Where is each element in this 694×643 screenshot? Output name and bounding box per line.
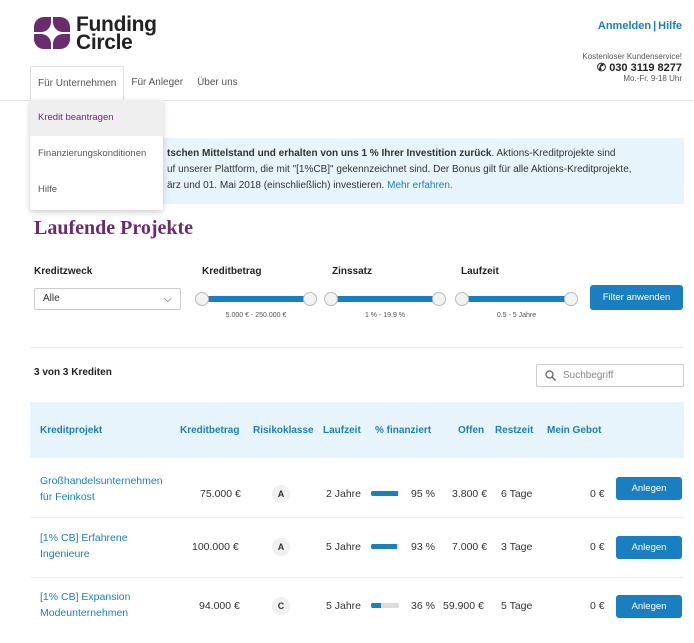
amount-slider[interactable]: [195, 292, 317, 306]
filter-label-term: Laufzeit: [461, 266, 499, 277]
th-rest[interactable]: Restzeit: [495, 425, 533, 436]
funded-percent: 95 %: [411, 488, 435, 500]
th-project[interactable]: Kreditprojekt: [40, 425, 102, 436]
search-placeholder: Suchbegriff: [563, 370, 614, 381]
search-input[interactable]: Suchbegriff: [536, 364, 684, 387]
rate-slider-min-handle[interactable]: [324, 292, 338, 306]
banner-bold: tschen Mittelstand und erhalten von uns …: [167, 148, 492, 159]
my-bid: 0 €: [590, 600, 605, 612]
project-link[interactable]: [1% CB] Erfahrene Ingenieure: [40, 530, 128, 562]
rate-slider-track: [330, 296, 440, 302]
amount-slider-track: [201, 296, 311, 302]
th-bid[interactable]: Mein Gebot: [547, 425, 601, 436]
filter-label-rate: Zinssatz: [332, 266, 373, 277]
service-hours: Mo.-Fr. 9-18 Uhr: [623, 74, 682, 83]
filter-label-amount: Kreditbetrag: [202, 266, 262, 277]
page-title: Laufende Projekte: [34, 217, 194, 239]
open-amount: 7.000 €: [452, 541, 488, 553]
project-link[interactable]: [1% CB] Expansion Modeunternehmen: [40, 589, 130, 621]
service-label: Kostenloser Kundenservice!: [582, 52, 682, 61]
logo-text: Funding Circle: [76, 13, 157, 54]
dropdown-item-kredit-beantragen[interactable]: Kredit beantragen: [30, 100, 163, 136]
time-remaining: 3 Tage: [501, 541, 533, 553]
nav-item-unternehmen[interactable]: Für Unternehmen: [30, 66, 125, 100]
term-slider-track: [461, 296, 572, 302]
funded-bar-fill: [371, 544, 398, 549]
dropdown-item-hilfe[interactable]: Hilfe: [30, 172, 163, 208]
nav-item-anleger[interactable]: Für Anleger: [124, 66, 190, 100]
th-term[interactable]: Laufzeit: [323, 425, 361, 436]
result-count: 3 von 3 Krediten: [34, 367, 112, 378]
customer-service: Kostenloser Kundenservice! ✆ 030 3119 82…: [582, 52, 682, 84]
term-slider-max-handle[interactable]: [564, 292, 578, 306]
filter-label-purpose: Kreditzweck: [34, 266, 93, 277]
chevron-down-icon: ⌵: [163, 293, 172, 305]
section-divider: [30, 347, 684, 348]
nav-dropdown: Kredit beantragen Finanzierungskondition…: [30, 100, 163, 210]
search-icon: [545, 370, 556, 381]
open-amount: 59.900 €: [443, 600, 484, 612]
invest-button[interactable]: Anlegen: [616, 536, 682, 559]
funded-bar: [371, 603, 399, 608]
loan-amount: 75.000 €: [200, 488, 241, 500]
funded-percent: 36 %: [411, 600, 435, 612]
risk-badge: C: [272, 597, 290, 615]
loan-term: 5 Jahre: [326, 541, 362, 553]
banner-more-link[interactable]: Mehr erfahren.: [387, 180, 453, 191]
time-remaining: 6 Tage: [501, 488, 533, 500]
dropdown-item-konditionen[interactable]: Finanzierungskonditionen: [30, 136, 163, 172]
help-link[interactable]: Hilfe: [658, 20, 682, 32]
funded-bar-fill: [371, 491, 398, 496]
logo-mark-icon: [34, 17, 72, 51]
funded-percent: 93 %: [411, 541, 435, 553]
purpose-select[interactable]: Alle ⌵: [34, 288, 181, 310]
apply-filter-button[interactable]: Filter anwenden: [590, 285, 683, 310]
login-link[interactable]: Anmelden: [598, 20, 651, 32]
funded-bar: [371, 491, 399, 496]
purpose-select-value: Alle: [43, 293, 60, 304]
rate-range-label: 1 % - 19.9 %: [364, 312, 406, 319]
rate-slider-max-handle[interactable]: [432, 292, 446, 306]
amount-slider-max-handle[interactable]: [303, 292, 317, 306]
logo[interactable]: Funding Circle: [34, 13, 157, 54]
open-amount: 3.800 €: [452, 488, 488, 500]
term-range-label: 0.5 - 5 Jahre: [496, 312, 537, 319]
funded-bar: [371, 544, 399, 549]
risk-badge: A: [272, 485, 290, 503]
th-risk[interactable]: Risikoklasse: [253, 425, 314, 436]
project-link[interactable]: Großhandelsunternehmen für Feinkost: [40, 473, 163, 505]
banner-text-3: ärz und 01. Mai 2018 (einschließlich) in…: [167, 180, 388, 191]
amount-slider-min-handle[interactable]: [195, 292, 209, 306]
th-funded[interactable]: % finanziert: [375, 425, 431, 436]
banner-text-1: . Aktions-Kreditprojekte sind: [491, 148, 616, 159]
th-open[interactable]: Offen: [458, 425, 484, 436]
th-amount[interactable]: Kreditbetrag: [180, 425, 239, 436]
term-slider[interactable]: [455, 292, 578, 306]
loan-term: 5 Jahre: [326, 600, 362, 612]
top-links: Anmelden | Hilfe: [598, 20, 682, 32]
banner-text-2: uf unserer Plattform, die mit "[1%CB]" g…: [167, 164, 632, 175]
my-bid: 0 €: [590, 488, 605, 500]
loan-term: 2 Jahre: [326, 488, 362, 500]
amount-range-label: 5.000 € - 250.000 €: [225, 312, 287, 319]
main-nav: Für Unternehmen Für Anleger Über uns: [30, 66, 245, 100]
rate-slider[interactable]: [324, 292, 446, 306]
top-links-separator: |: [653, 20, 657, 32]
risk-badge: A: [272, 538, 290, 556]
loan-amount: 100.000 €: [192, 541, 239, 553]
time-remaining: 5 Tage: [501, 600, 533, 612]
term-slider-min-handle[interactable]: [455, 292, 469, 306]
phone-icon: ✆: [596, 62, 607, 74]
invest-button[interactable]: Anlegen: [616, 595, 682, 618]
loan-amount: 94.000 €: [199, 600, 240, 612]
funded-bar-fill: [371, 603, 382, 608]
service-phone[interactable]: ✆ 030 3119 8277: [582, 62, 682, 74]
invest-button[interactable]: Anlegen: [616, 477, 682, 500]
my-bid: 0 €: [590, 541, 605, 553]
nav-item-ueber-uns[interactable]: Über uns: [190, 66, 245, 100]
